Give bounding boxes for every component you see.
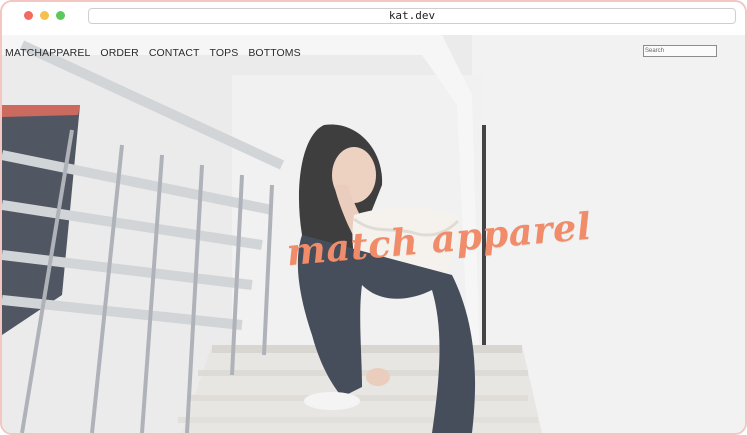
nav-item-matchapparel[interactable]: MATCHAPPAREL <box>5 47 90 59</box>
title-bar: kat.dev <box>2 2 745 35</box>
page-content: MATCHAPPAREL ORDER CONTACT TOPS BOTTOMS … <box>2 35 745 433</box>
close-window-button[interactable] <box>24 11 33 20</box>
main-nav: MATCHAPPAREL ORDER CONTACT TOPS BOTTOMS <box>5 45 301 61</box>
nav-item-bottoms[interactable]: BOTTOMS <box>248 47 300 59</box>
maximize-window-button[interactable] <box>56 11 65 20</box>
nav-item-tops[interactable]: TOPS <box>210 47 239 59</box>
nav-item-order[interactable]: ORDER <box>100 47 138 59</box>
browser-window: kat.dev MATCHAPPAREL ORDER CONTACT TOPS … <box>0 0 747 435</box>
address-bar[interactable]: kat.dev <box>88 8 736 24</box>
search-input[interactable]: Search <box>643 45 717 57</box>
minimize-window-button[interactable] <box>40 11 49 20</box>
nav-item-contact[interactable]: CONTACT <box>149 47 200 59</box>
